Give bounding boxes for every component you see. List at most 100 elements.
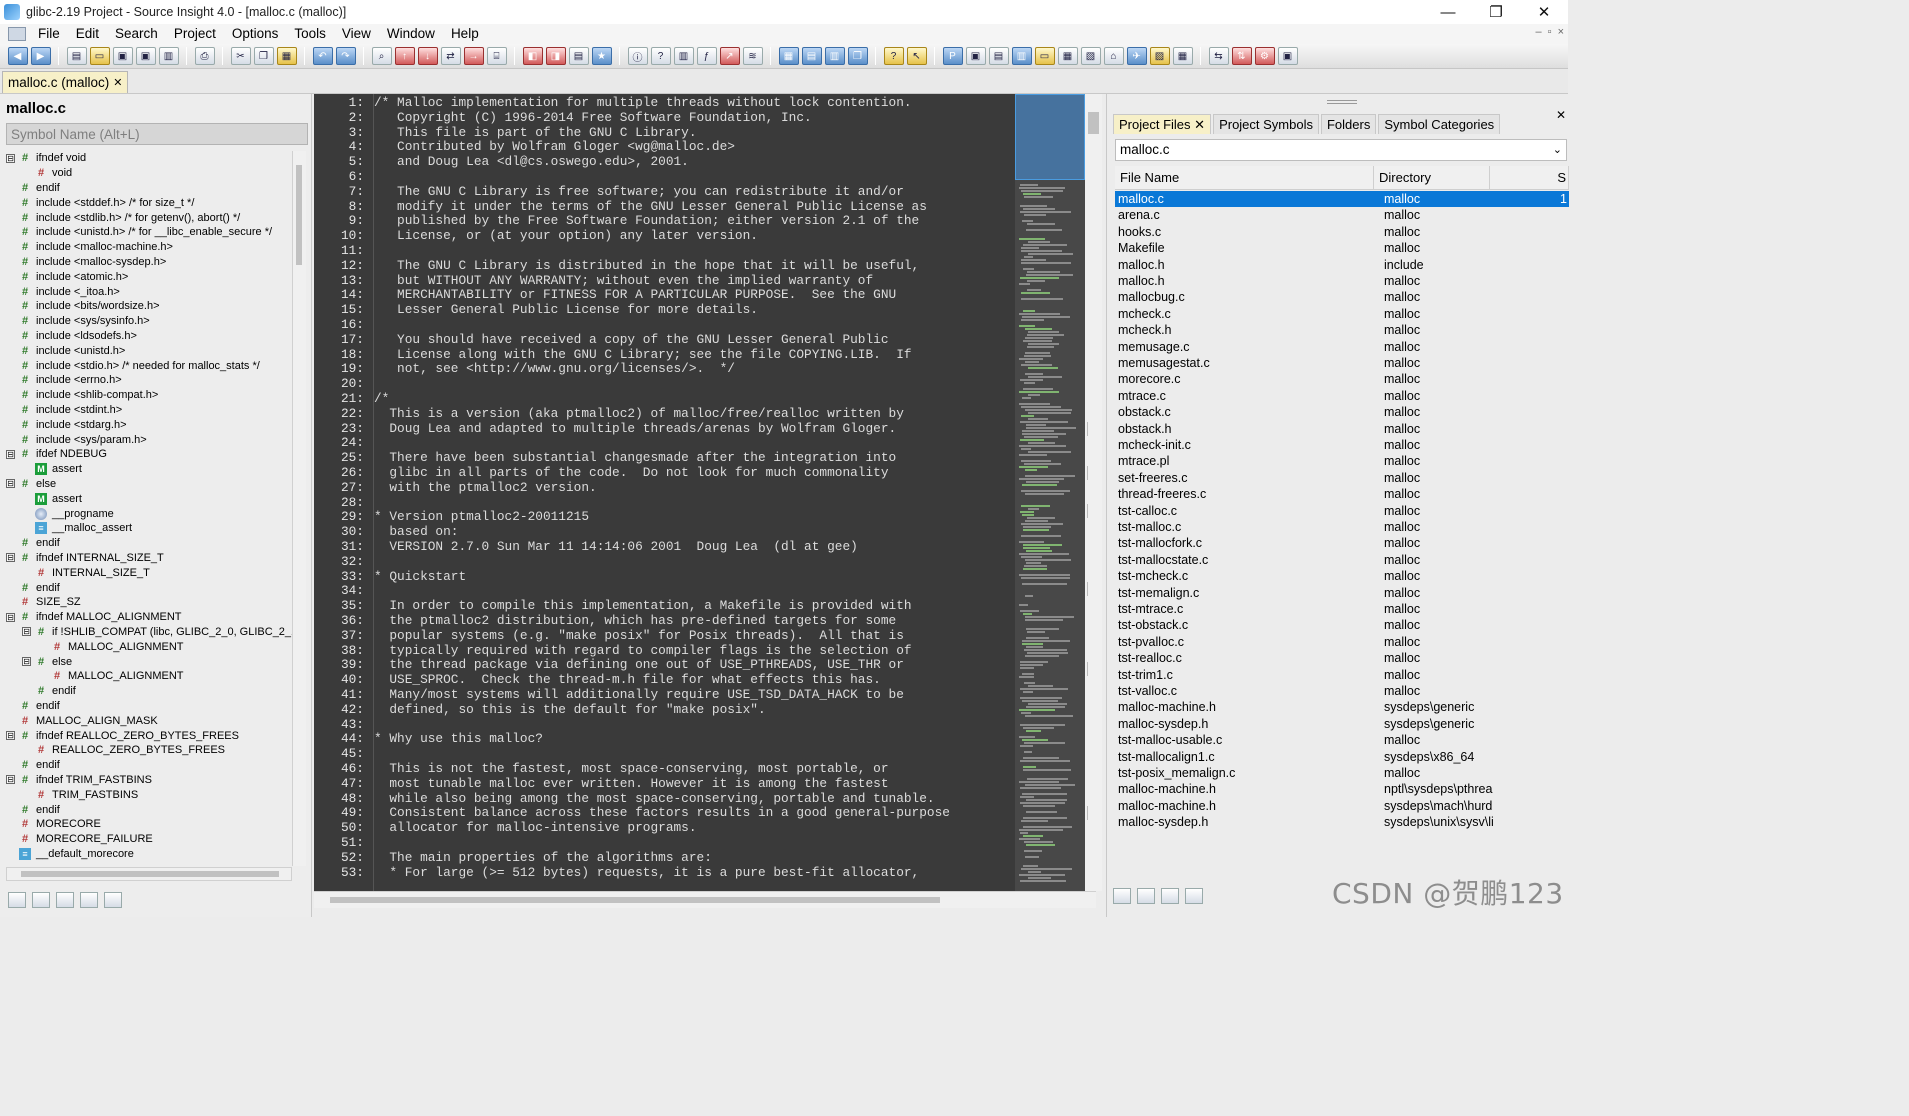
file-row[interactable]: tst-mallocfork.c malloc xyxy=(1115,535,1569,551)
file-row[interactable]: malloc.h malloc xyxy=(1115,273,1569,289)
file-row[interactable]: malloc.h include xyxy=(1115,257,1569,273)
redo-icon[interactable]: ↷ xyxy=(335,47,356,65)
code-line[interactable]: 30: based on: xyxy=(314,524,459,540)
symbol-item[interactable]: # MALLOC_ALIGNMENT xyxy=(6,669,184,684)
file-row[interactable]: malloc-machine.h sysdeps\generic xyxy=(1115,699,1569,715)
code-line[interactable]: 8: modify it under the terms of the GNU … xyxy=(314,199,927,215)
collapse-icon[interactable]: ⊟ xyxy=(6,479,15,489)
file-row[interactable]: malloc-sysdep.h sysdeps\generic xyxy=(1115,716,1569,732)
editor-horizontal-scrollbar[interactable] xyxy=(314,891,1096,908)
code-line[interactable]: 18: License along with the GNU C Library… xyxy=(314,347,912,363)
tab-close-icon[interactable]: ✕ xyxy=(113,76,122,89)
browse-book-icon[interactable]: ▥ xyxy=(673,47,694,65)
symbol-item[interactable]: Massert xyxy=(6,491,82,506)
file-filter-input[interactable]: malloc.c ⌄ xyxy=(1115,139,1567,161)
code-line[interactable]: 41: Many/most systems will additionally … xyxy=(314,687,904,703)
scrollbar-thumb[interactable] xyxy=(1088,112,1099,134)
code-line[interactable]: 6: xyxy=(314,169,374,185)
symbol-info-icon[interactable]: ⓘ xyxy=(627,47,648,65)
file-row[interactable]: tst-calloc.c malloc xyxy=(1115,503,1569,519)
code-line[interactable]: 22: This is a version (aka ptmalloc2) of… xyxy=(314,406,904,422)
relation-window-icon[interactable]: ▥ xyxy=(1011,47,1032,65)
code-line[interactable]: 40: USE_SPROC. Check the thread-m.h file… xyxy=(314,672,881,688)
symbol-item[interactable]: ⊟ # ifndef TRIM_FASTBINS xyxy=(6,773,152,788)
file-row[interactable]: malloc-sysdep.h sysdeps\unix\sysv\li xyxy=(1115,814,1569,830)
paste-icon[interactable]: ▦ xyxy=(276,47,297,65)
settings-icon[interactable] xyxy=(104,892,122,908)
symbol-item[interactable]: # include <errno.h> xyxy=(6,373,122,388)
file-row[interactable]: tst-valloc.c malloc xyxy=(1115,683,1569,699)
code-line[interactable]: 39: the thread package via defining one … xyxy=(314,657,904,673)
copy-icon[interactable]: ❐ xyxy=(253,47,274,65)
symbol-item[interactable]: # TRIM_FASTBINS xyxy=(6,787,138,802)
symbol-query-icon[interactable]: ? xyxy=(650,47,671,65)
code-line[interactable]: 13: but WITHOUT ANY WARRANTY; without ev… xyxy=(314,273,873,289)
file-list-icon[interactable] xyxy=(1161,888,1179,904)
code-line[interactable]: 11: xyxy=(314,243,374,259)
code-line[interactable]: 5: and Doug Lea <dl@cs.oswego.edu>, 2001… xyxy=(314,154,689,170)
code-line[interactable]: 12: The GNU C Library is distributed in … xyxy=(314,258,919,274)
file-row[interactable]: tst-realloc.c malloc xyxy=(1115,650,1569,666)
code-line[interactable]: 15: Lesser General Public License for mo… xyxy=(314,302,758,318)
symbol-item[interactable]: # SIZE_SZ xyxy=(6,595,81,610)
clip-window-icon[interactable]: ▧ xyxy=(1080,47,1101,65)
code-line[interactable]: 9: published by the Free Software Founda… xyxy=(314,213,920,229)
symbol-item[interactable]: # include <unistd.h> /* for __libc_enable… xyxy=(6,225,272,240)
mdi-restore-icon[interactable]: ▫ xyxy=(1548,26,1552,38)
context-help-icon[interactable]: ↖ xyxy=(906,47,927,65)
symbol-search-input[interactable]: Symbol Name (Alt+L) xyxy=(6,123,308,145)
file-row[interactable]: malloc-machine.h nptl\sysdeps\pthrea xyxy=(1115,781,1569,797)
symbol-item[interactable]: # include <stdint.h> xyxy=(6,403,122,418)
tab-project-files[interactable]: Project Files ✕ xyxy=(1113,114,1212,134)
replace-icon[interactable]: ⇄ xyxy=(440,47,461,65)
call-graph-icon[interactable]: ƒ xyxy=(696,47,717,65)
code-line[interactable]: 43: xyxy=(314,717,374,733)
menu-options[interactable]: Options xyxy=(224,24,287,44)
file-row[interactable]: Makefile malloc xyxy=(1115,240,1569,256)
code-line[interactable]: 45: xyxy=(314,746,374,762)
symbol-item[interactable]: # include <stdlib.h> /* for getenv(), abo… xyxy=(6,210,240,225)
code-line[interactable]: 53: * For large (>= 512 bytes) requests,… xyxy=(314,865,919,881)
code-line[interactable]: 17: You should have received a copy of t… xyxy=(314,332,889,348)
symbol-item[interactable]: # include <malloc-machine.h> xyxy=(6,240,173,255)
symbol-item[interactable]: # include <ldsodefs.h> xyxy=(6,329,137,344)
collapse-icon[interactable]: ⊟ xyxy=(6,153,15,163)
code-line[interactable]: 42: defined, so this is the default for … xyxy=(314,702,766,718)
file-row[interactable]: thread-freeres.c malloc xyxy=(1115,486,1569,502)
menu-view[interactable]: View xyxy=(334,24,379,44)
code-line[interactable]: 24: xyxy=(314,436,374,451)
search-results-icon[interactable]: ⌂ xyxy=(1103,47,1124,65)
file-row[interactable]: tst-obstack.c malloc xyxy=(1115,617,1569,633)
symbol-item[interactable]: # endif xyxy=(6,536,60,551)
scrollbar-thumb[interactable] xyxy=(330,897,940,903)
collapse-icon[interactable]: ⊟ xyxy=(6,775,15,785)
column-header-file-name[interactable]: File Name xyxy=(1115,166,1374,190)
minimap-viewport[interactable] xyxy=(1015,94,1085,180)
symbol-item[interactable]: ⊟ # else xyxy=(6,654,72,669)
code-line[interactable]: 25: There have been substantial changesm… xyxy=(314,450,896,466)
symbol-horizontal-scrollbar[interactable] xyxy=(6,867,292,881)
overview-minimap[interactable] xyxy=(1015,94,1085,891)
symbol-item[interactable]: # include <bits/wordsize.h> xyxy=(6,299,160,314)
symbol-item[interactable]: # endif xyxy=(6,580,60,595)
back-icon[interactable]: ◀ xyxy=(7,47,28,65)
document-tab[interactable]: malloc.c (malloc) ✕ xyxy=(2,71,129,93)
symbol-item[interactable]: # REALLOC_ZERO_BYTES_FREES xyxy=(6,743,225,758)
code-line[interactable]: 51: xyxy=(314,835,374,851)
symbol-item[interactable]: # INTERNAL_SIZE_T xyxy=(6,565,150,580)
file-row[interactable]: obstack.c malloc xyxy=(1115,404,1569,420)
code-editor[interactable]: 1: /* Malloc implementation for multiple … xyxy=(314,94,1102,891)
code-line[interactable]: 4: Contributed by Wolfram Gloger <wg@mal… xyxy=(314,139,735,155)
tab-folders[interactable]: Folders xyxy=(1320,114,1377,134)
collapse-icon[interactable]: ⊟ xyxy=(22,657,31,667)
file-row[interactable]: tst-memalign.c malloc xyxy=(1115,585,1569,601)
book-icon[interactable] xyxy=(80,892,98,908)
minimize-button[interactable]: — xyxy=(1424,0,1472,24)
tab-close-icon[interactable]: ✕ xyxy=(1194,117,1205,132)
scrollbar-thumb[interactable] xyxy=(21,871,279,877)
symbol-item[interactable]: # MALLOC_ALIGNMENT xyxy=(6,639,184,654)
list-view-icon[interactable] xyxy=(32,892,50,908)
symbol-item[interactable]: # MORECORE_FAILURE xyxy=(6,832,153,847)
save-icon[interactable]: ▣ xyxy=(112,47,133,65)
file-row[interactable]: arena.c malloc xyxy=(1115,207,1569,223)
